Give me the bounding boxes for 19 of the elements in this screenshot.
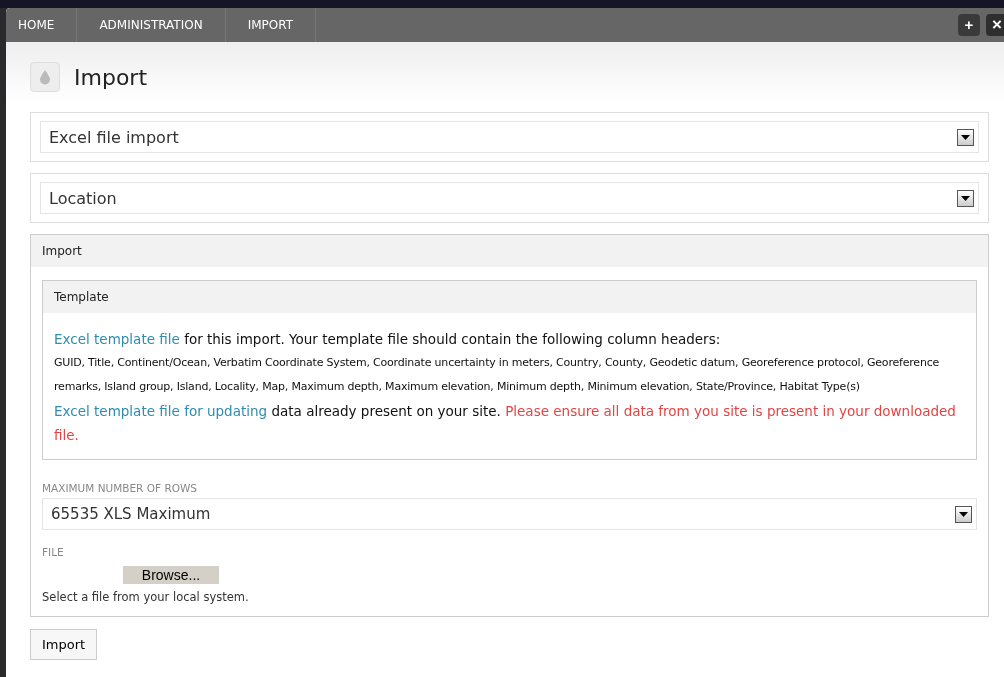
- dropdown[interactable]: 65535 XLS Maximum: [42, 498, 977, 530]
- column-list: GUID, Title, Continent/Ocean, Verbatim Coordinate System, Coordinate uncertainty in meters, Country, County, Geodetic datum, Georeference protocol, Georeference remarks, Island group, Island, Locality, Map, Maximum depth, Maximum elevation, Minimum depth, Minimum elevation, State/Province, Habitat Type(s): [54, 351, 965, 399]
- page-title: Import: [74, 64, 147, 90]
- instruction-text: Excel template file for this import. Your template file should contain the following column headers:: [54, 330, 722, 349]
- close-button[interactable]: ×: [986, 14, 1004, 36]
- drop-icon: [30, 62, 60, 92]
- import-button[interactable]: Import: [30, 629, 98, 660]
- browse-button[interactable]: Browse...: [123, 566, 219, 584]
- add-button[interactable]: +: [958, 14, 980, 36]
- template-link[interactable]: Excel template file for updating: [54, 403, 268, 419]
- instruction-text: Excel template file for updating data already present on your site. Please ensure all data from you site is present in your downloaded file.: [54, 402, 957, 445]
- dropdown[interactable]: Excel file import: [40, 121, 979, 153]
- dropdown[interactable]: Location: [40, 182, 979, 214]
- section-header: Template: [43, 281, 976, 313]
- template-link[interactable]: Excel template file: [54, 331, 180, 347]
- field-label: FILE: [42, 546, 65, 558]
- field-label: MAXIMUM NUMBER OF ROWS: [42, 482, 198, 494]
- help-text: Select a file from your local system.: [42, 590, 250, 604]
- section-header: Import: [31, 235, 988, 267]
